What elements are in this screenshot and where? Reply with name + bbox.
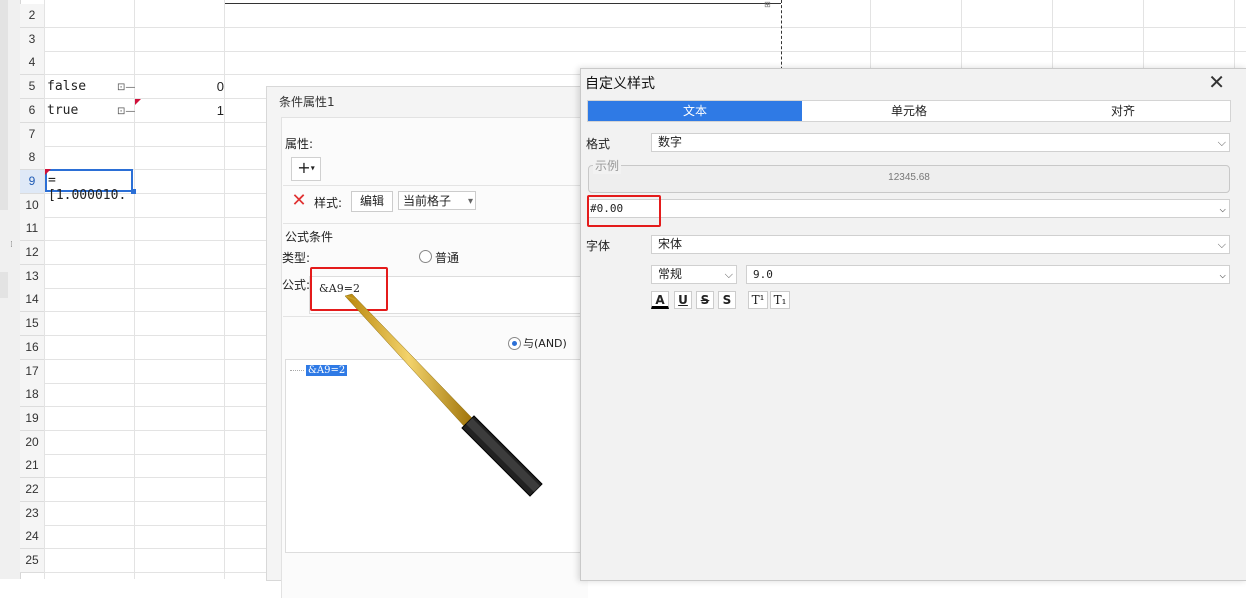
row-header[interactable]: 16 xyxy=(20,336,45,360)
normal-radio[interactable] xyxy=(419,250,432,263)
cell-b5[interactable]: 0 xyxy=(140,79,224,94)
grid-row xyxy=(45,28,1246,52)
row-header[interactable]: 23 xyxy=(20,502,45,526)
row-header[interactable]: 12 xyxy=(20,241,45,265)
add-attribute-button[interactable]: +▾ xyxy=(291,157,321,181)
close-icon[interactable]: ✕ xyxy=(1208,70,1225,94)
sample-value: 12345.68 xyxy=(888,172,930,183)
cell-widget-icon: ⊞ xyxy=(764,0,771,9)
grid-row xyxy=(45,4,1246,28)
tab-text[interactable]: 文本 xyxy=(588,101,802,121)
highlight-box xyxy=(310,267,388,311)
strikethrough-button[interactable]: S xyxy=(696,291,714,309)
underline-button[interactable]: U xyxy=(674,291,692,309)
row-header[interactable]: 11 xyxy=(20,217,45,241)
formula-section-title: 公式条件 xyxy=(285,230,334,244)
normal-option-label: 普通 xyxy=(435,251,460,265)
cell-b6[interactable]: 1 xyxy=(140,103,224,118)
fill-handle[interactable] xyxy=(131,189,136,194)
font-color-button[interactable]: A xyxy=(651,291,669,309)
formula-label: 公式: xyxy=(282,278,311,292)
style-label: 样式: xyxy=(314,196,343,210)
checkbox-widget-icon: ⊡— xyxy=(117,106,136,117)
font-label: 字体 xyxy=(586,239,611,253)
selected-cell-a9[interactable]: =[1.000010. xyxy=(45,169,133,203)
chevron-down-icon: ⌵ xyxy=(1217,238,1226,251)
shadow-button[interactable]: S xyxy=(718,291,736,309)
edit-button[interactable]: 编辑 xyxy=(351,191,393,212)
left-panel-strip: ⁞ xyxy=(0,0,21,579)
delete-icon[interactable]: ✕ xyxy=(289,191,309,211)
checkbox-widget-icon: ⊡— xyxy=(117,82,136,93)
row-header[interactable]: 25 xyxy=(20,549,45,573)
style-tabs: 文本 单元格 对齐 xyxy=(587,100,1231,122)
row-header[interactable]: 17 xyxy=(20,360,45,384)
cell-a6[interactable]: true xyxy=(47,103,78,118)
chevron-down-icon: ⌵ xyxy=(1217,136,1226,149)
chevron-down-icon: ⌵ xyxy=(1219,202,1226,215)
row-header[interactable]: 9 xyxy=(20,170,45,194)
scope-select[interactable]: 当前格子 ▾ xyxy=(398,191,476,210)
sample-label: 示例 xyxy=(593,157,622,174)
cell-a9: =[1.000010. xyxy=(48,173,127,203)
comment-marker xyxy=(45,169,51,175)
font-select[interactable]: 宋体 ⌵ xyxy=(651,235,1230,254)
highlight-box xyxy=(587,195,661,227)
row-header[interactable]: 20 xyxy=(20,431,45,455)
row-header[interactable]: 22 xyxy=(20,478,45,502)
and-option-label: 与(AND) xyxy=(523,337,567,350)
type-label: 类型: xyxy=(282,251,311,265)
attr-label: 属性: xyxy=(285,137,314,151)
dialog-title: 条件属性1 xyxy=(279,95,335,109)
row-header[interactable]: 4 xyxy=(20,51,45,75)
chevron-down-icon: ▾ xyxy=(467,196,473,207)
merged-cell-border xyxy=(225,0,781,4)
tab-align[interactable]: 对齐 xyxy=(1016,101,1230,121)
pattern-select[interactable]: #0.00 ⌵ xyxy=(587,199,1230,218)
dialog-title: 自定义样式 xyxy=(585,76,655,92)
custom-style-dialog: 自定义样式 ✕ 文本 单元格 对齐 格式 数字 ⌵ 12345.68 示例 #0.… xyxy=(580,68,1246,581)
font-style-select[interactable]: 常规 ⌵ xyxy=(651,265,737,284)
chevron-down-icon: ⌵ xyxy=(724,268,733,281)
condition-tree: &A9=2 xyxy=(285,359,588,553)
superscript-button[interactable]: T¹ xyxy=(748,291,768,309)
tree-item[interactable]: &A9=2 xyxy=(306,365,348,376)
chevron-down-icon: ⌵ xyxy=(1219,268,1226,281)
cell-a5[interactable]: false xyxy=(47,79,86,94)
row-header[interactable]: 19 xyxy=(20,407,45,431)
tab-cell[interactable]: 单元格 xyxy=(802,101,1016,121)
format-select[interactable]: 数字 ⌵ xyxy=(651,133,1230,152)
row-header[interactable]: 13 xyxy=(20,265,45,289)
sample-box: 12345.68 xyxy=(588,165,1230,193)
row-header[interactable]: 2 xyxy=(20,4,45,28)
condition-properties-dialog: 条件属性1 属性: +▾ ✕ 样式: 编辑 当前格子 ▾ 公式条件 类型: 普通 … xyxy=(266,86,588,598)
font-size-select[interactable]: 9.0 ⌵ xyxy=(746,265,1230,284)
row-header[interactable]: 21 xyxy=(20,454,45,478)
format-label: 格式 xyxy=(586,137,611,151)
row-header[interactable]: 24 xyxy=(20,525,45,549)
row-header[interactable]: 14 xyxy=(20,288,45,312)
row-header[interactable]: 8 xyxy=(20,146,45,170)
row-header[interactable]: 6 xyxy=(20,99,45,123)
row-header[interactable]: 15 xyxy=(20,312,45,336)
row-header[interactable]: 10 xyxy=(20,194,45,218)
and-radio[interactable] xyxy=(508,337,521,350)
subscript-button[interactable]: T₁ xyxy=(770,291,790,309)
drag-grip-icon[interactable]: ⁞ xyxy=(10,240,16,250)
row-header[interactable]: 18 xyxy=(20,383,45,407)
row-header[interactable]: 5 xyxy=(20,75,45,99)
row-header[interactable]: 7 xyxy=(20,123,45,147)
row-header[interactable]: 3 xyxy=(20,28,45,52)
